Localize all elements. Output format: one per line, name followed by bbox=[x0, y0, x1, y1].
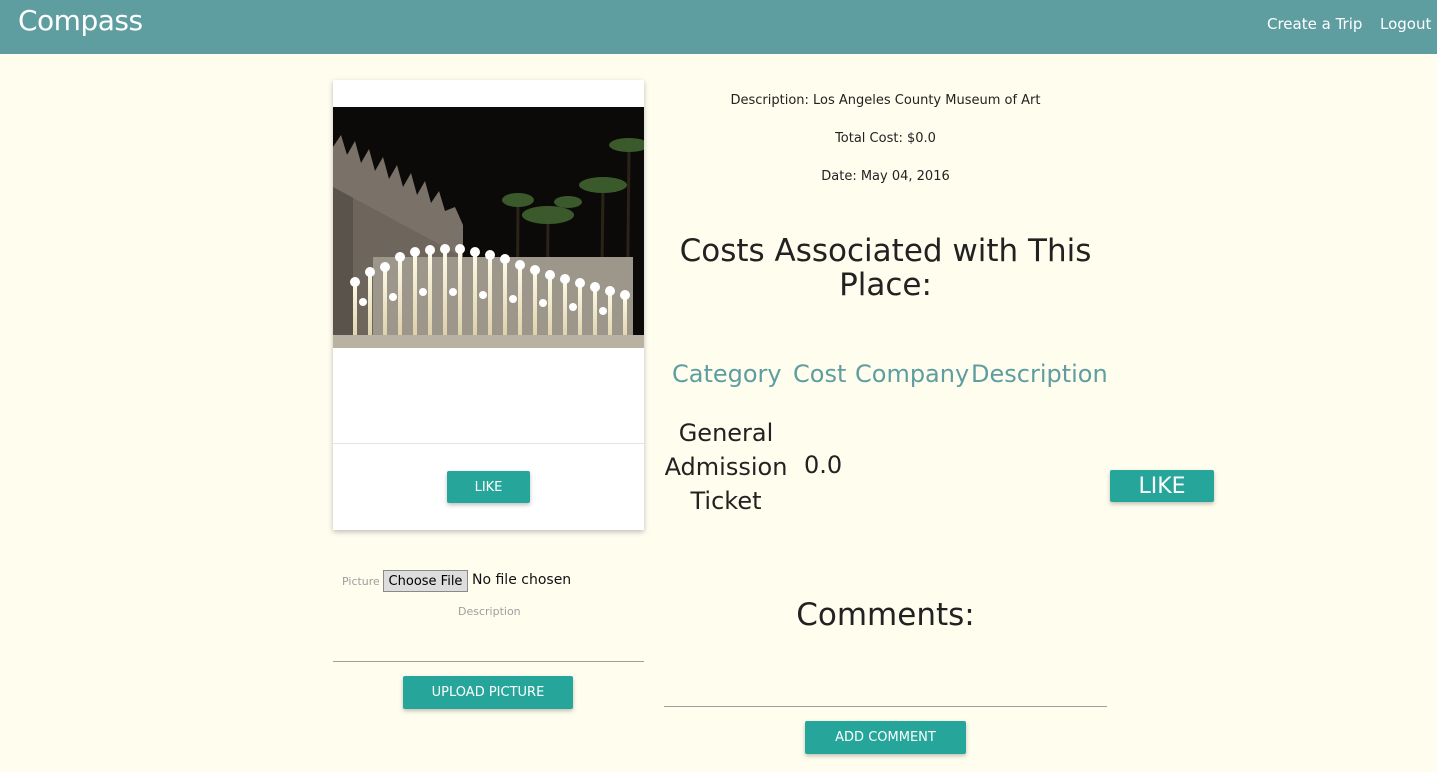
navbar: Compass Create a Trip Logout bbox=[0, 0, 1437, 54]
picture-label: Picture bbox=[342, 575, 380, 588]
choose-file-button[interactable]: Choose File bbox=[383, 570, 468, 592]
logout-link[interactable]: Logout bbox=[1380, 15, 1431, 33]
description-input[interactable] bbox=[333, 661, 644, 662]
column-header-company: Company bbox=[855, 360, 970, 388]
place-card bbox=[333, 80, 644, 530]
upload-picture-button[interactable]: UPLOAD PICTURE bbox=[403, 676, 573, 709]
trip-date: Date: May 04, 2016 bbox=[821, 169, 950, 184]
description-label: Description bbox=[458, 605, 521, 618]
file-status: No file chosen bbox=[472, 572, 572, 588]
costs-heading: Costs Associated with This Place: bbox=[679, 233, 1092, 303]
cost-row-category: General Admission Ticket bbox=[664, 419, 788, 515]
card-divider bbox=[333, 443, 644, 444]
place-photo bbox=[333, 107, 644, 348]
like-cost-button[interactable]: LIKE bbox=[1110, 470, 1214, 502]
add-comment-button[interactable]: ADD COMMENT bbox=[805, 721, 966, 754]
comments-heading: Comments: bbox=[796, 597, 975, 633]
comment-input[interactable] bbox=[664, 706, 1107, 707]
column-header-description: Description bbox=[971, 360, 1108, 388]
brand-logo[interactable]: Compass bbox=[18, 4, 143, 37]
like-photo-button[interactable]: LIKE bbox=[447, 471, 530, 503]
column-header-cost: Cost bbox=[793, 360, 847, 388]
create-trip-link[interactable]: Create a Trip bbox=[1267, 15, 1362, 33]
total-cost: Total Cost: $0.0 bbox=[835, 131, 936, 146]
column-header-category: Category bbox=[672, 360, 782, 388]
cost-row-cost: 0.0 bbox=[804, 451, 843, 479]
place-description: Description: Los Angeles County Museum o… bbox=[730, 93, 1041, 108]
